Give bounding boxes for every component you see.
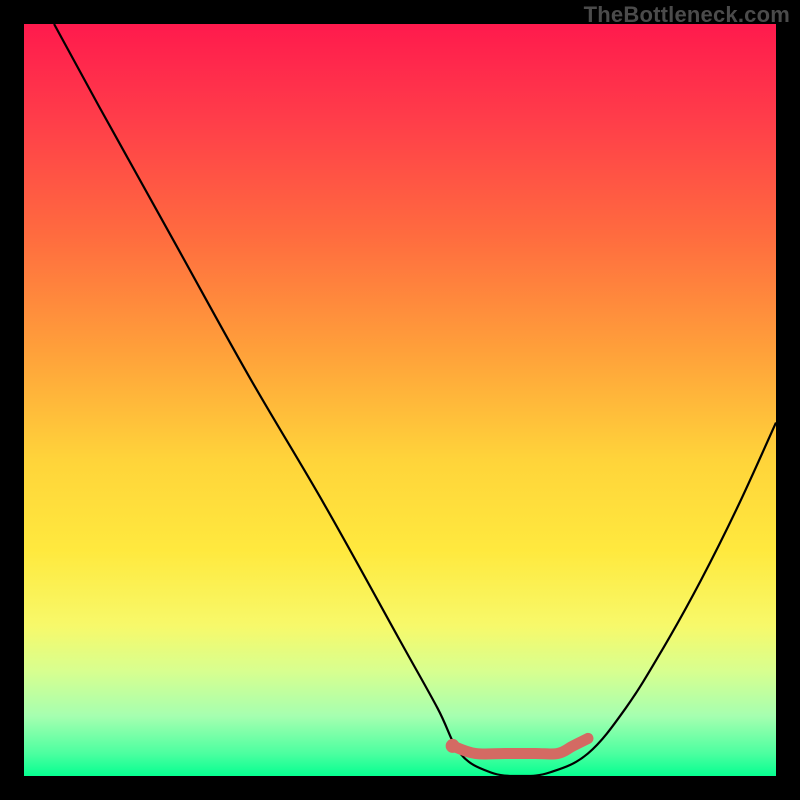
chart-svg — [24, 24, 776, 776]
bottleneck-curve-path — [54, 24, 776, 776]
plot-area — [24, 24, 776, 776]
highlight-start-dot — [446, 739, 460, 753]
highlight-range-path — [453, 738, 588, 754]
chart-container: TheBottleneck.com — [0, 0, 800, 800]
watermark-text: TheBottleneck.com — [584, 2, 790, 28]
